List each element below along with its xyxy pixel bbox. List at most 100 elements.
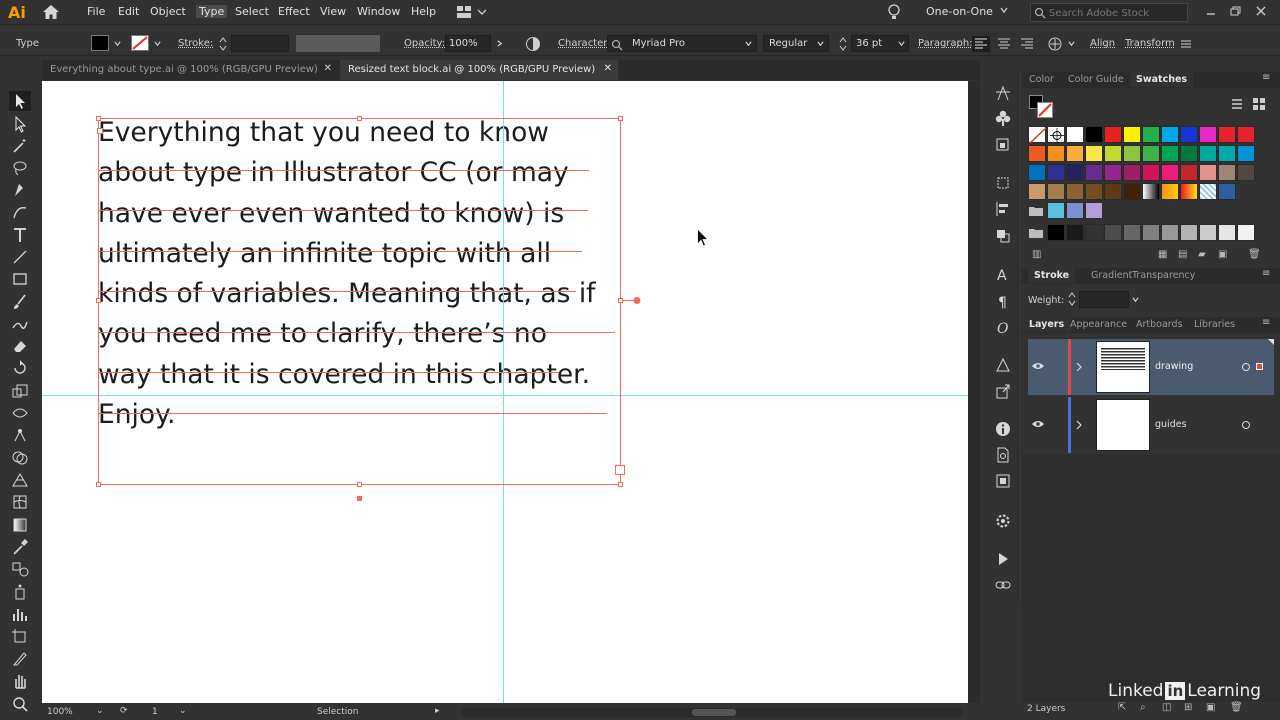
chevron-down-icon[interactable] (114, 40, 121, 47)
swatch[interactable] (1066, 183, 1084, 200)
chevron-down-icon[interactable]: ⌄ (179, 706, 187, 716)
swatch[interactable] (1028, 164, 1046, 181)
target-circle-icon[interactable] (1241, 420, 1251, 430)
layer-name[interactable]: guides (1155, 419, 1187, 430)
locate-object-icon[interactable]: ⌕ (1140, 702, 1146, 713)
tab-gradient[interactable]: Gradient (1091, 270, 1132, 281)
align-left-icon[interactable] (972, 36, 990, 52)
swatch-registration[interactable] (1047, 126, 1065, 143)
swatch[interactable] (1085, 224, 1103, 241)
swatch[interactable] (1218, 145, 1236, 162)
tab-swatches[interactable]: Swatches (1130, 72, 1194, 87)
rotate-tool-icon[interactable] (9, 358, 31, 378)
swatch[interactable] (1104, 224, 1122, 241)
swatch[interactable] (1161, 145, 1179, 162)
chevron-down-icon[interactable] (1132, 296, 1139, 303)
recolor-icon[interactable] (525, 36, 541, 52)
swatch[interactable] (1142, 224, 1160, 241)
links-icon[interactable] (994, 136, 1012, 154)
swatch-gradient[interactable] (1180, 183, 1198, 200)
tab-stroke[interactable]: Stroke (1028, 268, 1076, 283)
swatch[interactable] (1104, 164, 1122, 181)
show-kinds-icon[interactable]: ▦ (1158, 249, 1167, 260)
chevron-right-icon[interactable] (1075, 362, 1083, 372)
swatch[interactable] (1085, 202, 1103, 219)
tab-color-guide[interactable]: Color Guide (1068, 74, 1124, 85)
swatch[interactable] (1066, 145, 1084, 162)
swatch[interactable] (1199, 224, 1217, 241)
menu-icon[interactable] (1180, 38, 1192, 50)
swatch[interactable] (1047, 183, 1065, 200)
tab-color[interactable]: Color (1029, 74, 1054, 85)
chevron-down-icon[interactable] (1068, 40, 1075, 47)
swatch[interactable] (1047, 202, 1065, 219)
perspective-grid-icon[interactable] (9, 470, 31, 490)
opentype-icon[interactable]: O (994, 318, 1012, 336)
restore-icon[interactable] (1228, 4, 1242, 18)
swatch[interactable] (1047, 145, 1065, 162)
tab-layers[interactable]: Layers (1022, 317, 1072, 332)
chevron-down-icon[interactable] (1000, 6, 1008, 14)
swatch-black[interactable] (1085, 126, 1103, 143)
hand-tool-icon[interactable] (9, 671, 31, 691)
swatch[interactable] (1085, 183, 1103, 200)
menu-window[interactable]: Window (357, 5, 400, 18)
trash-icon[interactable]: 🗑 (1230, 702, 1243, 713)
artboard[interactable]: Everything that you need to know about t… (42, 81, 968, 703)
stepper-icon[interactable] (1067, 291, 1077, 307)
align-right-icon[interactable] (1018, 36, 1036, 52)
paragraph-panel-icon[interactable]: ¶ (994, 292, 1012, 310)
line-tool-icon[interactable] (9, 247, 31, 267)
artboard-tool-icon[interactable] (9, 626, 31, 646)
swatch[interactable] (1218, 224, 1236, 241)
eyedropper-icon[interactable] (9, 537, 31, 557)
stroke-swatch[interactable] (1037, 102, 1053, 118)
swatch-options-icon[interactable]: ▤ (1178, 249, 1187, 260)
swatch[interactable] (1142, 126, 1160, 143)
stepper-icon[interactable] (838, 36, 848, 52)
tab-resized-text-block[interactable]: Resized text block.ai @ 100% (RGB/GPU Pr… (340, 60, 618, 80)
chevron-right-icon[interactable]: ▸ (435, 706, 440, 716)
shaper-tool-icon[interactable] (9, 314, 31, 334)
stroke-weight-input[interactable] (1079, 291, 1129, 308)
scale-tool-icon[interactable] (9, 381, 31, 401)
eraser-icon[interactable] (9, 336, 31, 356)
swatch[interactable] (1123, 126, 1141, 143)
fill-swatch[interactable] (91, 35, 109, 51)
swatch[interactable] (1180, 126, 1198, 143)
swatch[interactable] (1199, 164, 1217, 181)
type-tool-icon[interactable] (9, 225, 31, 245)
zoom-level[interactable]: 100% (47, 707, 73, 717)
magic-wand-icon[interactable] (9, 136, 31, 156)
swatch[interactable] (1123, 145, 1141, 162)
variable-width-profile[interactable] (296, 35, 380, 52)
folder-icon[interactable] (1028, 204, 1044, 218)
play-icon[interactable] (994, 550, 1012, 568)
swatch[interactable] (1066, 202, 1084, 219)
tab-transparency[interactable]: Transparency (1132, 270, 1195, 281)
character-panel-icon[interactable]: A (994, 265, 1012, 283)
swatch[interactable] (1066, 224, 1084, 241)
new-swatch-icon[interactable]: ▣ (1218, 249, 1227, 260)
rectangle-tool-icon[interactable] (9, 269, 31, 289)
new-sublayer-icon[interactable]: ⊞ (1184, 702, 1192, 713)
menu-effect[interactable]: Effect (278, 5, 310, 18)
swatch[interactable] (1104, 126, 1122, 143)
swatch[interactable] (1123, 224, 1141, 241)
align-center-icon[interactable] (995, 36, 1013, 52)
align-icon[interactable] (994, 200, 1012, 218)
new-layer-icon[interactable]: ▣ (1206, 702, 1215, 713)
transform-icon[interactable] (994, 174, 1012, 192)
stroke-label[interactable]: Stroke: (178, 38, 213, 49)
chevron-right-icon[interactable] (1075, 420, 1083, 430)
swatch-gradient[interactable] (1142, 183, 1160, 200)
grid-view-icon[interactable] (1252, 97, 1266, 111)
swatch[interactable] (1237, 145, 1255, 162)
swatch[interactable] (1047, 224, 1065, 241)
search-input[interactable] (1049, 6, 1185, 20)
link-chain-icon[interactable] (994, 576, 1012, 594)
close-icon[interactable] (1254, 4, 1268, 18)
width-tool-icon[interactable] (9, 403, 31, 423)
gear-icon[interactable] (994, 512, 1012, 530)
layer-name[interactable]: drawing (1155, 361, 1193, 372)
